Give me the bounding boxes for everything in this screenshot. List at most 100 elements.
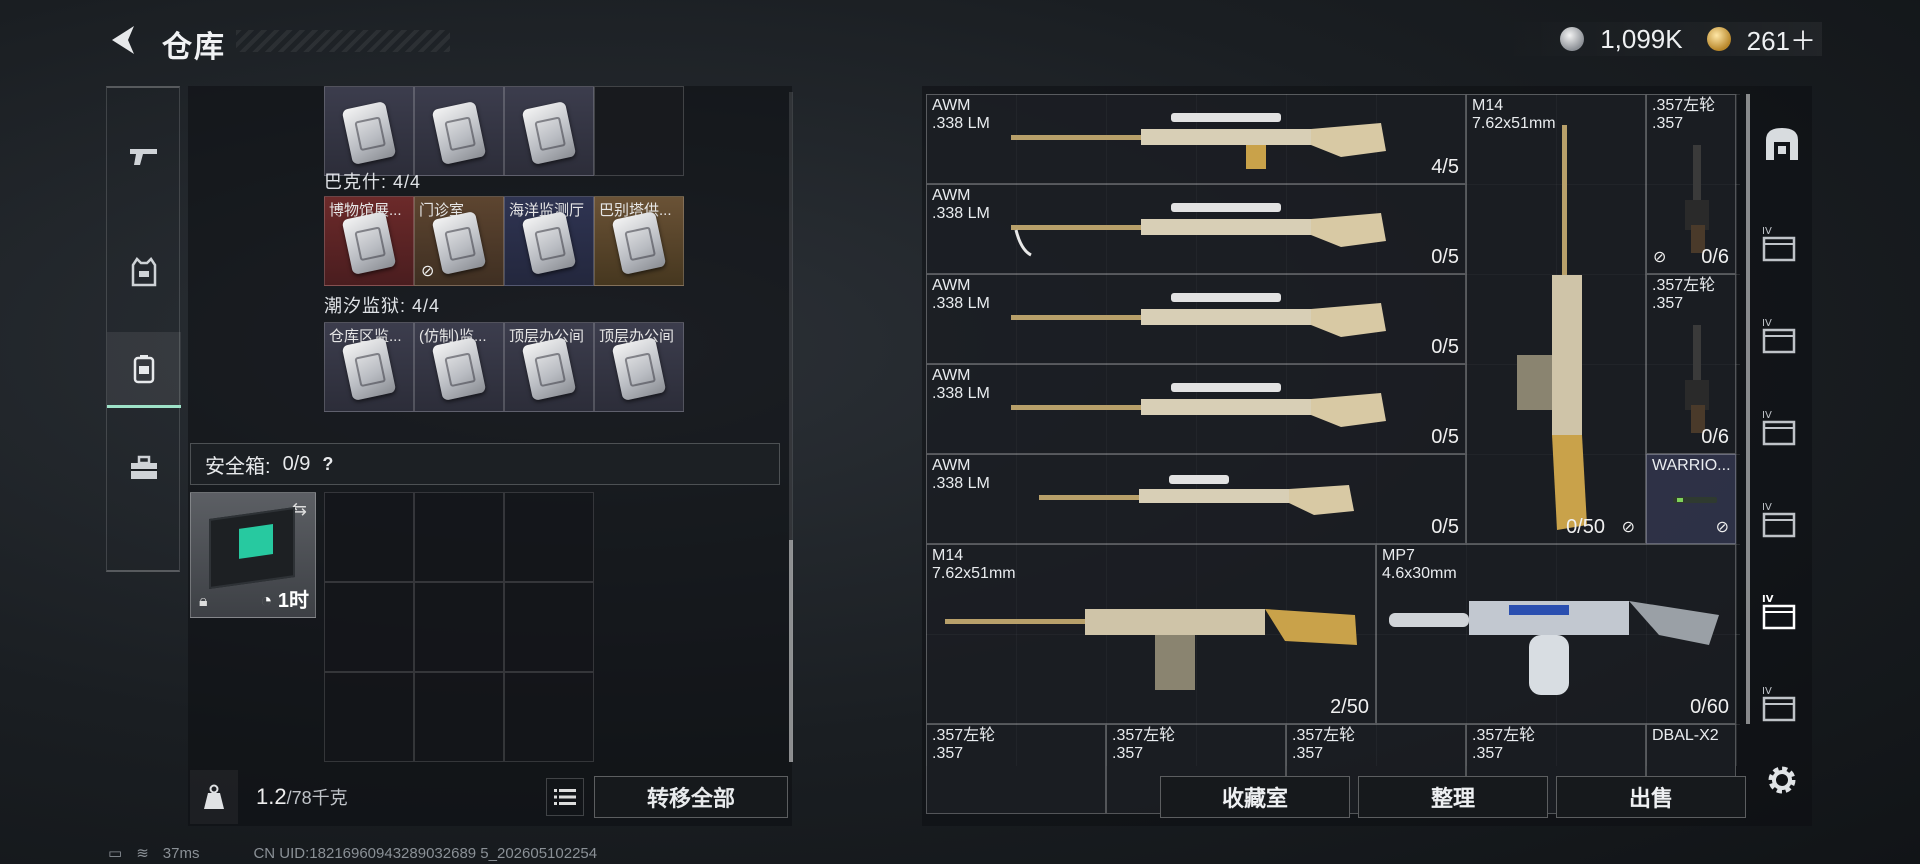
- weapon-name: .357左轮 .357: [1652, 97, 1716, 132]
- weapon-name: AWM .338 LM: [932, 97, 990, 132]
- weapon-name: .357左轮 .357: [932, 727, 996, 762]
- stash-tabs: IV IV IV IV IV IV: [1752, 94, 1812, 766]
- empty-slot[interactable]: [324, 582, 414, 672]
- keycard-icon: [611, 211, 667, 275]
- list-view-button[interactable]: [546, 778, 584, 816]
- keycard-slot[interactable]: 仓库区监...: [324, 322, 414, 412]
- sort-button[interactable]: 整理: [1358, 776, 1548, 818]
- keycard-slot[interactable]: 博物馆展...: [324, 196, 414, 286]
- keycard-icon: [521, 337, 577, 401]
- keycard-row-3: 仓库区监... (仿制)监... 顶层办公间 顶层办公间: [324, 322, 684, 412]
- weapon-item-revolver[interactable]: .357左轮 .357: [926, 724, 1106, 814]
- empty-slot[interactable]: [414, 582, 504, 672]
- tab-storage-2[interactable]: IV: [1752, 304, 1812, 364]
- transfer-all-button[interactable]: 转移全部: [594, 776, 788, 818]
- stash-scrollbar[interactable]: [1746, 94, 1750, 724]
- svg-text:IV: IV: [1762, 410, 1772, 421]
- back-arrow-icon[interactable]: [104, 22, 144, 58]
- currency-gold-value[interactable]: 261＋: [1747, 21, 1816, 58]
- collection-room-button[interactable]: 收藏室: [1160, 776, 1350, 818]
- vest-icon: [131, 257, 157, 287]
- keycard-slot[interactable]: (仿制)监...: [414, 322, 504, 412]
- weapon-item-m14[interactable]: M14 7.62x51mm 0/50 ⊘: [1466, 94, 1646, 544]
- pistol-icon: [130, 149, 157, 165]
- keycard-slot[interactable]: [414, 86, 504, 176]
- tab-storage-5-active[interactable]: IV: [1752, 580, 1812, 640]
- safe-box-label: 安全箱:: [205, 455, 271, 478]
- no-trade-icon: ⊘: [1715, 519, 1729, 536]
- keycard-slot[interactable]: 门诊室 ⊘: [414, 196, 504, 286]
- weight-max: /78千克: [286, 788, 348, 808]
- safe-box-count: 0/9: [282, 452, 311, 475]
- keycard-slot[interactable]: 顶层办公间: [504, 322, 594, 412]
- weapon-item-awm[interactable]: AWM .338 LM 0/5: [926, 364, 1466, 454]
- storage-box-icon: IV: [1762, 594, 1796, 630]
- weapon-item-awm[interactable]: AWM .338 LM 4/5: [926, 94, 1466, 184]
- safe-timer: ◔ 1时: [260, 590, 309, 612]
- weapon-name: .357左轮 .357: [1652, 277, 1716, 312]
- keycard-icon: [431, 101, 487, 165]
- weapon-item-awm[interactable]: AWM .338 LM 0/5: [926, 184, 1466, 274]
- keycard-slot[interactable]: 顶层办公间: [594, 322, 684, 412]
- weapon-item-m14[interactable]: M14 7.62x51mm 2/50: [926, 544, 1376, 724]
- weapon-item-revolver[interactable]: .357左轮 .357 0/6: [1646, 274, 1736, 454]
- keycard-icon: [521, 211, 577, 275]
- keycard-icon: [431, 211, 487, 275]
- tab-all[interactable]: [1752, 114, 1812, 174]
- help-button[interactable]: ?: [322, 454, 333, 475]
- tab-storage-1[interactable]: IV: [1752, 212, 1812, 272]
- weapon-item-revolver[interactable]: .357左轮 .357 ⊘ 0/6: [1646, 94, 1736, 274]
- empty-slot[interactable]: [504, 672, 594, 762]
- ammo-count: 0/5: [1431, 426, 1459, 448]
- battery-icon: ▭: [108, 845, 123, 862]
- category-nav: [106, 86, 181, 572]
- title-decoration: [236, 30, 450, 52]
- tab-storage-6[interactable]: IV: [1752, 672, 1812, 732]
- weapon-name: AWM .338 LM: [932, 457, 990, 492]
- ammo-count: 0/5: [1431, 246, 1459, 268]
- weapon-name: AWM .338 LM: [932, 187, 990, 222]
- empty-slot[interactable]: [414, 492, 504, 582]
- empty-slot[interactable]: [324, 672, 414, 762]
- section-label: 巴克什: 4/4: [324, 172, 422, 192]
- keycard-slot[interactable]: 巴别塔供...: [594, 196, 684, 286]
- ping-value: 37ms: [162, 844, 200, 862]
- weapon-name: DBAL-X2: [1652, 727, 1719, 744]
- sell-button[interactable]: 出售: [1556, 776, 1746, 818]
- weapon-item-awm[interactable]: AWM .338 LM 0/5: [926, 274, 1466, 364]
- tab-storage-4[interactable]: IV: [1752, 488, 1812, 548]
- silver-coin-icon: [1560, 27, 1585, 51]
- weapon-item-warrior[interactable]: WARRIO... ⊘: [1646, 454, 1736, 544]
- keycard-slot[interactable]: [324, 86, 414, 176]
- svg-text:IV: IV: [1762, 594, 1774, 605]
- safe-box-item[interactable]: ⇆ 🔒︎ ◔ 1时: [190, 492, 316, 618]
- nav-armor[interactable]: [107, 234, 181, 310]
- settings-gear-icon[interactable]: [1762, 760, 1802, 800]
- svg-text:IV: IV: [1762, 502, 1772, 513]
- keycard-slot[interactable]: [504, 86, 594, 176]
- nav-tools[interactable]: [107, 430, 181, 506]
- empty-slot[interactable]: [504, 582, 594, 672]
- safe-box-header: 安全箱: 0/9 ?: [190, 443, 780, 485]
- empty-slot[interactable]: [324, 492, 414, 582]
- currency-silver-value: 1,099K: [1600, 23, 1683, 54]
- empty-slot[interactable]: [414, 672, 504, 762]
- weight-text: 1.2/78千克: [256, 784, 546, 810]
- storage-box-icon: IV: [1762, 686, 1796, 722]
- weapon-item-mp7[interactable]: MP7 4.6x30mm 0/60: [1376, 544, 1736, 724]
- tab-storage-3[interactable]: IV: [1752, 396, 1812, 456]
- keycard-slot[interactable]: 海洋监测厅: [504, 196, 594, 286]
- backpack-icon: [133, 354, 155, 383]
- currency-bar: 1,099K 261＋: [1500, 22, 1822, 56]
- ammo-count: 0/60: [1690, 696, 1729, 718]
- keycard-row-1: [324, 86, 684, 176]
- empty-slot[interactable]: [594, 86, 684, 176]
- nav-weapons[interactable]: [107, 118, 181, 194]
- backpack-scrollbar[interactable]: [789, 540, 793, 762]
- ammo-count: 2/50: [1330, 696, 1369, 718]
- empty-slot[interactable]: [504, 492, 594, 582]
- nav-backpack[interactable]: [107, 332, 181, 408]
- weapon-item-awm[interactable]: AWM .338 LM 0/5: [926, 454, 1466, 544]
- safe-box-icon: [209, 506, 295, 590]
- sniper-rifle-icon: [1039, 475, 1354, 515]
